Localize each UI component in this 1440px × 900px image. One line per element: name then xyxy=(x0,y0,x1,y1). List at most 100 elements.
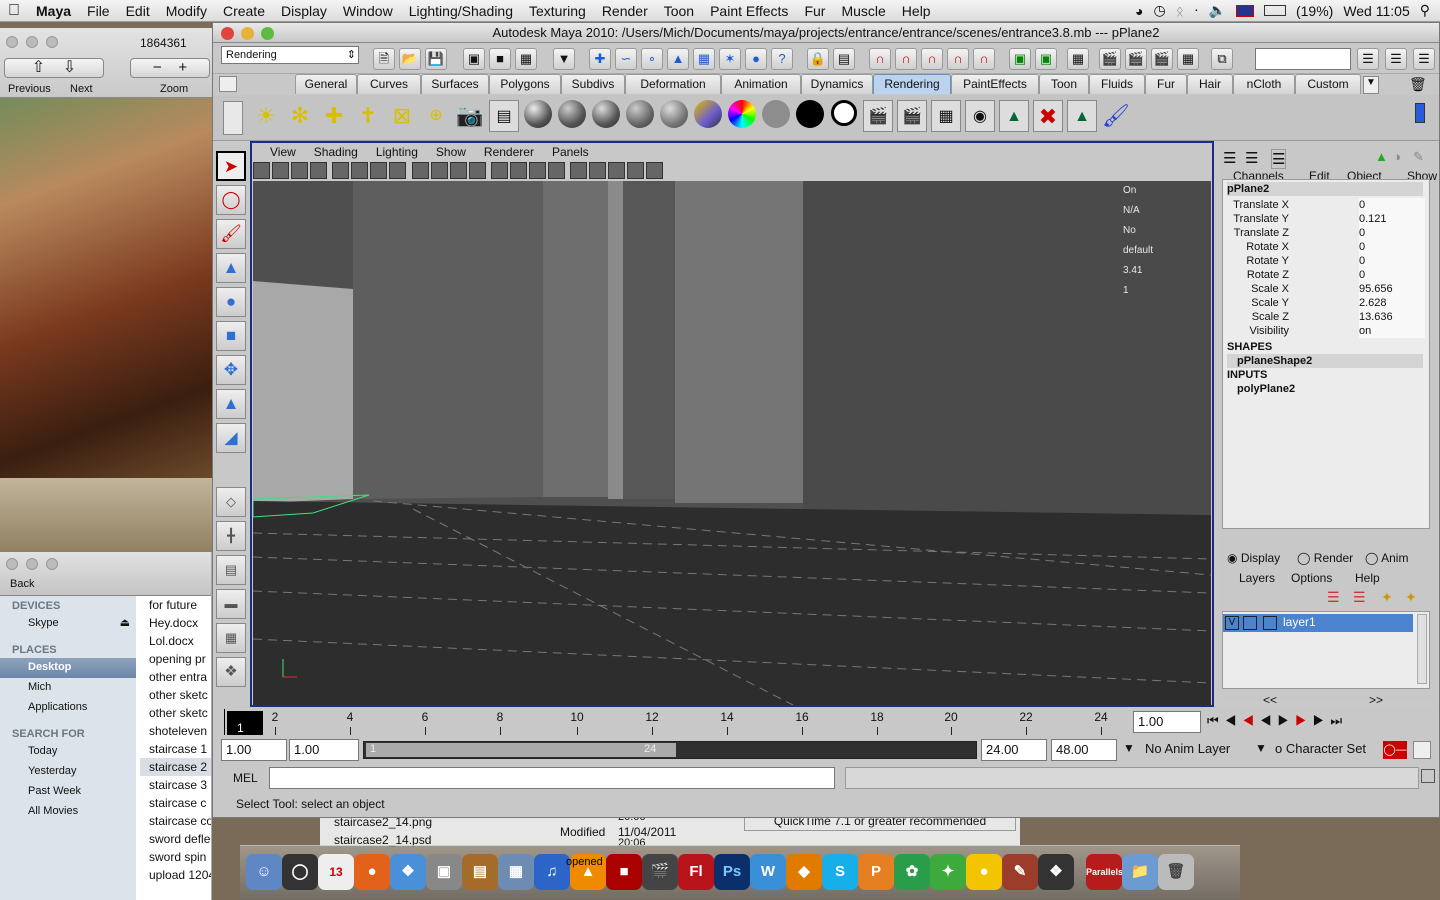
trash-dock-icon[interactable]: 🗑 xyxy=(1158,854,1194,890)
select-camera-icon[interactable] xyxy=(253,162,270,179)
menu-lighting-shading[interactable]: Lighting/Shading xyxy=(401,3,521,19)
universal-manip-icon[interactable]: ✥ xyxy=(216,355,246,385)
tab-custom[interactable]: Custom xyxy=(1295,74,1361,94)
layer-menu-layers[interactable]: Layers xyxy=(1239,571,1275,585)
finder-minimize-dot[interactable] xyxy=(26,558,38,570)
close-dot[interactable] xyxy=(6,36,18,48)
select-object-icon[interactable]: ■ xyxy=(489,48,511,70)
tab-animation[interactable]: Animation xyxy=(721,74,801,94)
layer-mode-display[interactable]: ◉ Display xyxy=(1227,551,1280,565)
xray-icon[interactable] xyxy=(510,162,528,179)
tool-settings-icon[interactable]: ☰ xyxy=(1385,48,1407,70)
sidebar-item-yesterday[interactable]: Yesterday xyxy=(0,762,136,782)
single-perspective-layout-icon[interactable]: ◇ xyxy=(216,487,246,517)
make-link-icon[interactable]: ▲ xyxy=(1067,100,1097,132)
textured-icon[interactable] xyxy=(449,162,467,179)
layer-name[interactable]: layer1 xyxy=(1283,615,1316,629)
mudbox-icon[interactable]: ❖ xyxy=(216,657,246,687)
app-leaf-dock-icon[interactable]: ✿ xyxy=(894,854,930,890)
sidebar-item-mich[interactable]: Mich xyxy=(0,678,136,698)
anim-layer-menu-icon[interactable]: ▼ xyxy=(1123,741,1135,755)
go-to-start-icon[interactable]: ⏮ xyxy=(1207,713,1225,728)
list-item[interactable]: Hey.docx xyxy=(140,614,211,632)
menu-texturing[interactable]: Texturing xyxy=(521,3,594,19)
panel-menu-renderer[interactable]: Renderer xyxy=(466,143,534,161)
tab-ncloth[interactable]: nCloth xyxy=(1233,74,1295,94)
shelf-options-icon[interactable] xyxy=(223,101,243,135)
menu-create[interactable]: Create xyxy=(215,3,273,19)
anim-prefs-icon[interactable] xyxy=(1413,741,1431,759)
viewport-extra2-icon[interactable] xyxy=(646,162,664,179)
list-item[interactable]: staircase colours.zip xyxy=(140,812,211,830)
app-w-dock-icon[interactable]: W xyxy=(750,854,786,890)
menu-file[interactable]: File xyxy=(79,3,118,19)
tab-deformation[interactable]: Deformation xyxy=(625,74,721,94)
panel-menu-panels[interactable]: Panels xyxy=(534,143,589,161)
scroll-right-button[interactable]: >> xyxy=(1369,693,1383,707)
render-globals-icon[interactable]: ▦ xyxy=(931,100,961,132)
bookmarks-icon[interactable] xyxy=(291,162,308,179)
uk-flag-icon[interactable] xyxy=(1235,4,1254,17)
hypershade-icon[interactable]: ▦ xyxy=(1177,48,1199,70)
image-plane-icon[interactable] xyxy=(310,162,327,179)
magnet-snap4-icon[interactable]: ∩ xyxy=(947,48,969,70)
sidebar-item-desktop[interactable]: Desktop xyxy=(0,658,136,678)
list-item[interactable]: shoteleven xyxy=(140,722,211,740)
go-to-end-icon[interactable]: ⏭ xyxy=(1330,713,1348,728)
wireframe-icon[interactable] xyxy=(411,162,429,179)
sidebar-item-skype[interactable]: Skype ⏏ xyxy=(0,614,136,634)
layer-menu-options[interactable]: Options xyxy=(1291,571,1332,585)
app-green-dock-icon[interactable]: ✦ xyxy=(930,854,966,890)
object-name[interactable]: pPlane2 xyxy=(1227,182,1423,196)
brush-icon[interactable]: ✎ xyxy=(1413,149,1424,165)
move-layer-down-icon[interactable]: ☰ xyxy=(1353,589,1366,606)
tab-fluids[interactable]: Fluids xyxy=(1089,74,1145,94)
app-diamond-dock-icon[interactable]: ◆ xyxy=(786,854,822,890)
list-item[interactable]: other entra xyxy=(140,668,211,686)
soft-mod-icon[interactable]: ▲ xyxy=(216,389,246,419)
channel-layer-icon[interactable]: ☰ xyxy=(1271,149,1287,169)
camera-attributes-icon[interactable] xyxy=(272,162,289,179)
skype-status-icon[interactable]: ◕ xyxy=(1135,3,1143,19)
wifi-icon[interactable]: ⋅ xyxy=(1194,2,1198,19)
rotate-tool-icon[interactable]: ● xyxy=(216,287,246,317)
render-frame-icon[interactable]: 🎬 xyxy=(1099,48,1121,70)
show-manip-icon[interactable]: ◢ xyxy=(216,423,246,453)
battery-icon[interactable] xyxy=(1263,5,1286,16)
app-menu-maya[interactable]: Maya xyxy=(28,3,79,19)
list-item[interactable]: sword deflection xyxy=(140,830,211,848)
tab-hair[interactable]: Hair xyxy=(1187,74,1233,94)
safe-action-icon[interactable] xyxy=(589,162,607,179)
input-ops-icon[interactable]: ● xyxy=(745,48,767,70)
attribute-editor-icon[interactable]: ☰ xyxy=(1357,48,1379,70)
app-p-dock-icon[interactable]: P xyxy=(858,854,894,890)
shelf-menu-icon[interactable] xyxy=(219,76,237,92)
mel-label[interactable]: MEL xyxy=(233,771,258,785)
channel-value[interactable]: 95.656 xyxy=(1359,282,1425,296)
shelf-tabs-chevron-icon[interactable]: ▼ xyxy=(1363,76,1379,94)
clock[interactable]: Wed 11:05 xyxy=(1343,3,1409,19)
close-button[interactable] xyxy=(221,27,234,40)
menuset-dropdown[interactable]: Rendering ⇕ xyxy=(221,46,359,64)
channel-value[interactable]: 0 xyxy=(1359,240,1425,254)
grid-toggle-icon[interactable] xyxy=(332,162,350,179)
magnet-snap5-icon[interactable]: ∩ xyxy=(973,48,995,70)
list-item[interactable]: other sketc xyxy=(140,686,211,704)
apple-icon[interactable]:  xyxy=(0,2,28,20)
range-handle[interactable]: 1 24 xyxy=(366,743,676,757)
maya-dock-icon[interactable]: ❖ xyxy=(1038,854,1074,890)
tab-dynamics[interactable]: Dynamics xyxy=(801,74,873,94)
channel-value[interactable]: 0 xyxy=(1359,268,1425,282)
play-forward-icon[interactable]: ▶ xyxy=(1278,713,1296,728)
channel-box-toggle-icon[interactable]: ☰ xyxy=(1413,48,1435,70)
layered-shader-icon[interactable] xyxy=(693,100,723,132)
firefox-dock-icon[interactable]: ● xyxy=(354,854,390,890)
layer-row[interactable]: V layer1 xyxy=(1223,614,1413,632)
panel-menu-view[interactable]: View xyxy=(252,143,296,161)
char-set-menu-icon[interactable]: ▼ xyxy=(1255,741,1267,755)
gate-mask-icon[interactable] xyxy=(389,162,407,179)
mask-menu-icon[interactable]: ▼ xyxy=(553,48,575,70)
panel-menu-lighting[interactable]: Lighting xyxy=(358,143,418,161)
channel-value[interactable]: 2.628 xyxy=(1359,296,1425,310)
move-tool-icon[interactable]: ▲ xyxy=(216,253,246,283)
